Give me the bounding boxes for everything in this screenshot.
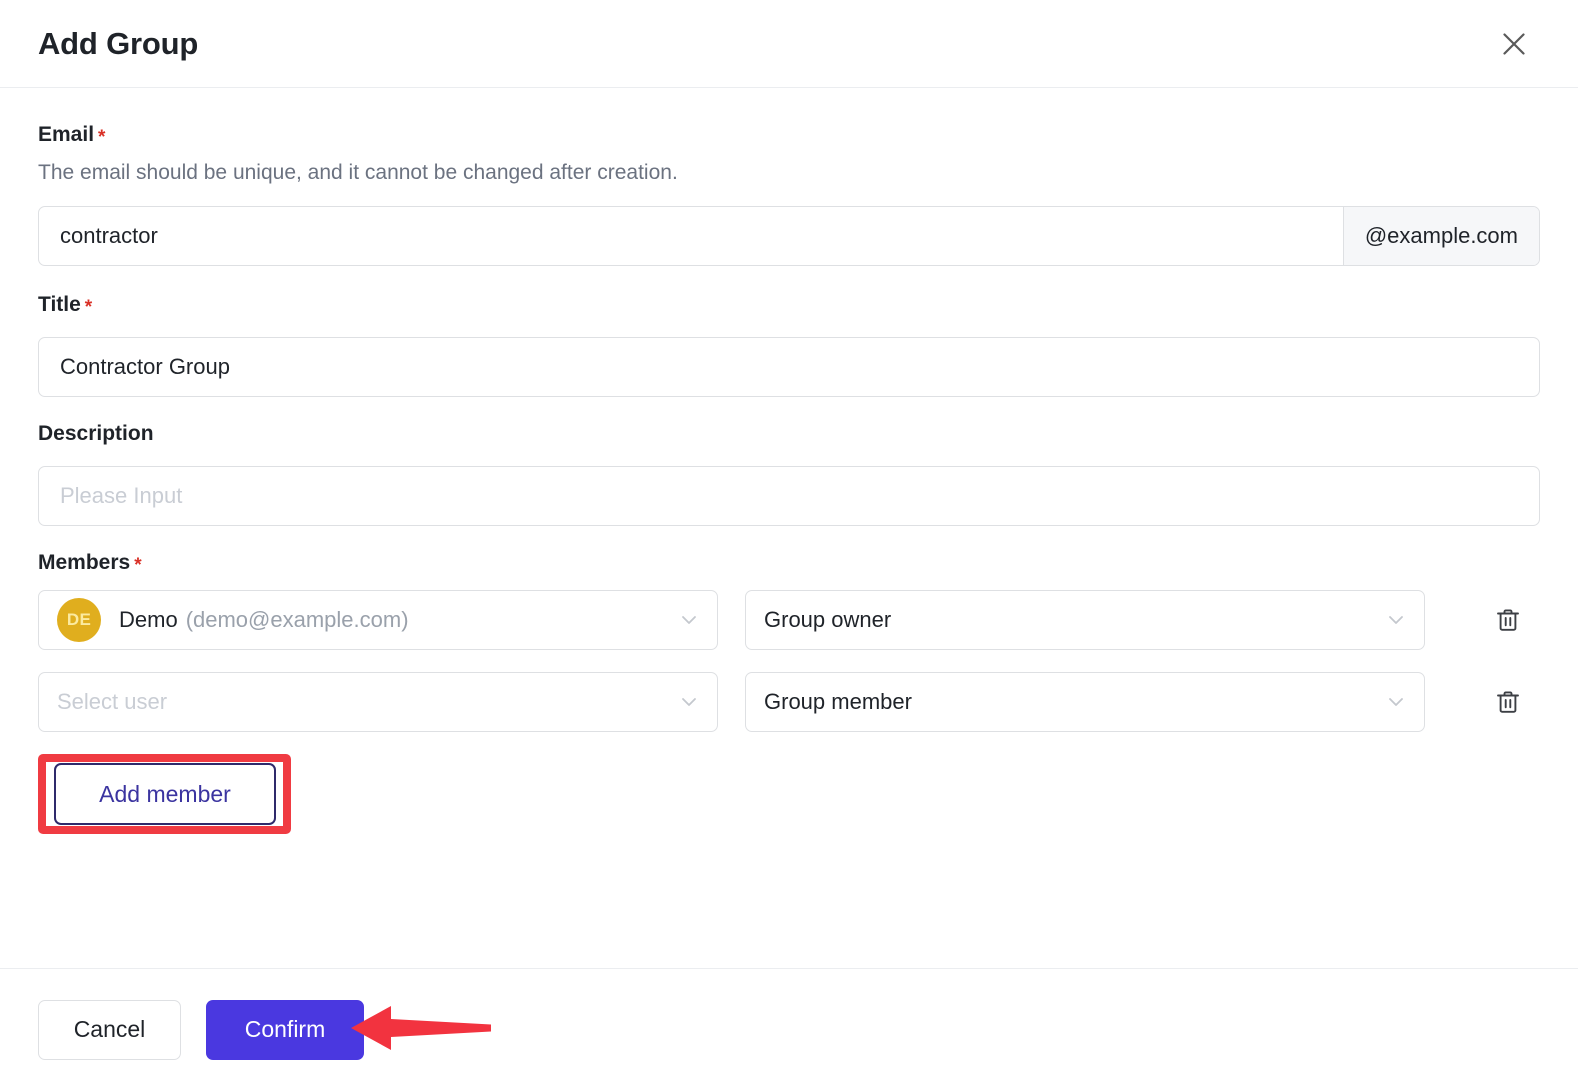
title-required-marker: *: [84, 296, 93, 318]
confirm-button[interactable]: Confirm: [206, 999, 364, 1060]
avatar: DE: [57, 598, 101, 643]
description-field-block: Description: [38, 421, 1540, 527]
email-help-text: The email should be unique, and it canno…: [38, 161, 678, 185]
member-user-value: Demo (demo@example.com): [119, 607, 667, 633]
member-row: DE Demo (demo@example.com) Group owner: [38, 590, 1540, 651]
member-role-value: Group member: [764, 689, 912, 715]
chevron-down-icon: [1384, 690, 1408, 714]
dialog-body: Email * The email should be unique, and i…: [0, 88, 1578, 968]
member-role-select[interactable]: Group owner: [745, 590, 1425, 651]
email-label: Email *: [38, 122, 1540, 148]
member-user-placeholder: Select user: [57, 689, 168, 715]
member-role-select[interactable]: Group member: [745, 672, 1425, 733]
email-label-text: Email: [38, 123, 95, 146]
member-user-select[interactable]: DE Demo (demo@example.com): [38, 590, 718, 651]
title-field-block: Title *: [38, 292, 1540, 397]
member-role-value: Group owner: [764, 607, 892, 633]
title-input[interactable]: [38, 336, 1540, 397]
chevron-down-icon: [677, 690, 701, 714]
add-member-area: Add member: [38, 754, 291, 835]
member-row: Select user Group member: [38, 672, 1540, 733]
email-input-group: @example.com: [38, 205, 1540, 266]
description-label: Description: [38, 421, 154, 445]
dialog-footer: Cancel Confirm: [0, 968, 1578, 1090]
member-name: Demo: [119, 607, 178, 633]
dialog-header: Add Group: [0, 0, 1578, 88]
members-label: Members *: [38, 550, 1540, 576]
member-email: (demo@example.com): [185, 607, 409, 633]
trash-icon[interactable]: [1490, 602, 1526, 638]
members-field-block: Members * DE Demo (demo@example.com) Gro…: [38, 550, 1540, 835]
email-domain-suffix: @example.com: [1342, 206, 1539, 265]
add-member-button[interactable]: Add member: [54, 763, 276, 826]
member-user-select[interactable]: Select user: [38, 672, 718, 733]
cancel-button[interactable]: Cancel: [38, 999, 181, 1060]
members-required-marker: *: [134, 555, 142, 577]
members-list: DE Demo (demo@example.com) Group owner S…: [38, 590, 1540, 733]
email-required-marker: *: [98, 127, 106, 148]
title-label-text: Title: [38, 292, 81, 316]
email-field-block: Email * The email should be unique, and i…: [38, 122, 1540, 266]
page-title: Add Group: [38, 26, 199, 61]
trash-icon[interactable]: [1490, 684, 1526, 720]
members-label-text: Members: [38, 551, 131, 575]
email-input[interactable]: [39, 206, 1343, 265]
title-label: Title *: [38, 292, 1540, 318]
close-icon[interactable]: [1496, 26, 1532, 62]
description-input[interactable]: [38, 466, 1540, 527]
chevron-down-icon: [1384, 608, 1408, 632]
chevron-down-icon: [677, 608, 701, 632]
add-group-dialog: Add Group Email * The email should be uni…: [0, 0, 1578, 1090]
